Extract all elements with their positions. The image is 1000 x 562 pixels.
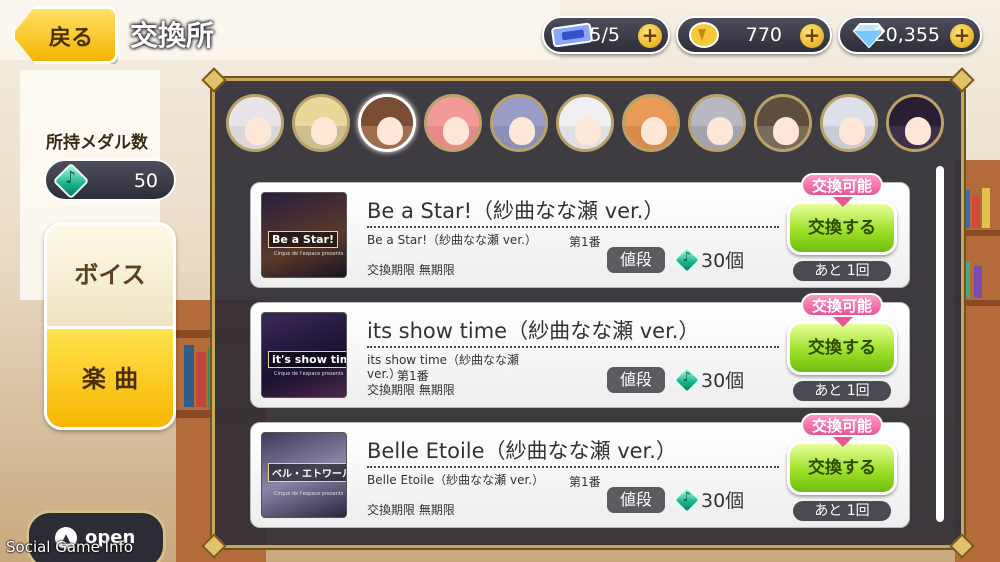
dotted-divider (367, 226, 779, 228)
diamond-counter: 20,355 + (838, 16, 982, 54)
add-coin-button[interactable]: + (800, 24, 824, 48)
music-medal-icon (52, 162, 90, 200)
song-jacket: it's show time Cirque de l'espace presen… (261, 312, 347, 398)
jacket-subtitle: Cirque de l'espace presents (274, 371, 344, 377)
badge-arrow-icon (833, 317, 853, 327)
item-title: Be a Star!（紗曲なな瀬 ver.） (367, 199, 665, 223)
price-label: 値段 (607, 367, 665, 393)
avatar-face (575, 117, 601, 145)
remaining-count: あと 1回 (793, 261, 891, 281)
jacket-title: it's show time (268, 351, 346, 368)
exchange-item: it's show time Cirque de l'espace presen… (250, 293, 910, 408)
character-avatar[interactable] (886, 94, 944, 152)
item-detail: its show time（紗曲なな瀬 ver.） (367, 353, 520, 381)
character-avatar[interactable] (292, 94, 350, 152)
jacket-title: Be a Star! (268, 231, 338, 248)
dotted-divider (367, 346, 779, 348)
music-medal-icon (672, 485, 702, 515)
dotted-divider (367, 466, 779, 468)
price-value: 30個 (701, 370, 745, 392)
add-ticket-button[interactable]: + (638, 24, 662, 48)
item-detail: Belle Etoile（紗曲なな瀬 ver.） (367, 473, 545, 487)
watermark: Social Game Info (6, 538, 134, 556)
avatar-face (377, 117, 403, 145)
character-avatar[interactable] (622, 94, 680, 152)
avatar-face (773, 117, 799, 145)
avatar-face (245, 117, 271, 145)
character-avatar[interactable] (424, 94, 482, 152)
price-value: 30個 (701, 250, 745, 272)
character-avatar[interactable] (226, 94, 284, 152)
exchangeable-badge: 交換可能 (801, 293, 883, 317)
exchangeable-badge: 交換可能 (801, 173, 883, 197)
ticket-value: 5/5 (589, 24, 620, 46)
background-book (974, 266, 982, 298)
avatar-face (839, 117, 865, 145)
badge-arrow-icon (833, 437, 853, 447)
character-avatar[interactable] (754, 94, 812, 152)
diamond-value: 20,355 (873, 24, 940, 46)
price-value: 30個 (701, 490, 745, 512)
coin-counter: 770 + (676, 16, 832, 54)
jacket-subtitle: Cirque de l'espace presents (274, 251, 344, 257)
exchange-button[interactable]: 交換する (787, 201, 897, 255)
character-avatar[interactable] (688, 94, 746, 152)
tab-voice[interactable]: ボイス (47, 225, 173, 326)
avatar-face (707, 117, 733, 145)
background-book (184, 345, 194, 407)
song-jacket: Be a Star! Cirque de l'espace presents (261, 192, 347, 278)
avatar-face (311, 117, 337, 145)
song-jacket: ベル・エトワール Cirque de l'espace presents (261, 432, 347, 518)
list-scrollbar[interactable] (936, 166, 944, 522)
ticket-counter: 5/5 + (542, 16, 670, 54)
tab-music[interactable]: 楽 曲 (47, 326, 173, 427)
coin-icon (689, 22, 719, 48)
medal-count-label: 所持メダル数 (46, 133, 148, 153)
background-book (196, 352, 206, 407)
item-limit: 交換期限 無期限 (367, 503, 455, 517)
music-medal-icon (672, 365, 702, 395)
add-diamond-button[interactable]: + (950, 24, 974, 48)
medal-count-box: 50 (44, 159, 176, 201)
coin-value: 770 (745, 24, 782, 46)
avatar-face (509, 117, 535, 145)
avatar-face (443, 117, 469, 145)
character-avatar[interactable] (556, 94, 614, 152)
item-title: Belle Etoile（紗曲なな瀬 ver.） (367, 439, 677, 463)
back-button-label: 戻る (49, 26, 94, 51)
item-limit: 交換期限 無期限 (367, 263, 455, 277)
exchange-item: Be a Star! Cirque de l'espace presents B… (250, 173, 910, 288)
exchangeable-badge: 交換可能 (801, 413, 883, 437)
music-medal-icon (672, 245, 702, 275)
page-title: 交換所 (130, 19, 215, 52)
jacket-title: ベル・エトワール (268, 463, 346, 482)
remaining-count: あと 1回 (793, 381, 891, 401)
item-title: its show time（紗曲なな瀬 ver.） (367, 319, 700, 343)
item-limit: 交換期限 無期限 (367, 383, 455, 397)
badge-arrow-icon (833, 197, 853, 207)
item-number: 第1番 (569, 235, 601, 249)
price-label: 値段 (607, 487, 665, 513)
item-number: 第1番 (569, 475, 601, 489)
remaining-count: あと 1回 (793, 501, 891, 521)
medal-count-value: 50 (133, 170, 158, 192)
avatar-face (905, 117, 931, 145)
price-label: 値段 (607, 247, 665, 273)
item-detail: Be a Star!（紗曲なな瀬 ver.） (367, 233, 537, 247)
background-book (972, 195, 980, 228)
avatar-face (641, 117, 667, 145)
character-selector (226, 94, 946, 154)
background-book (982, 188, 990, 228)
exchange-button[interactable]: 交換する (787, 321, 897, 375)
category-tabs: ボイス 楽 曲 (44, 222, 176, 430)
character-avatar[interactable] (820, 94, 878, 152)
character-avatar[interactable] (490, 94, 548, 152)
jacket-subtitle: Cirque de l'espace presents (274, 491, 344, 497)
character-avatar-selected[interactable] (358, 94, 416, 152)
exchange-item: ベル・エトワール Cirque de l'espace presents Bel… (250, 413, 910, 528)
exchange-button[interactable]: 交換する (787, 441, 897, 495)
